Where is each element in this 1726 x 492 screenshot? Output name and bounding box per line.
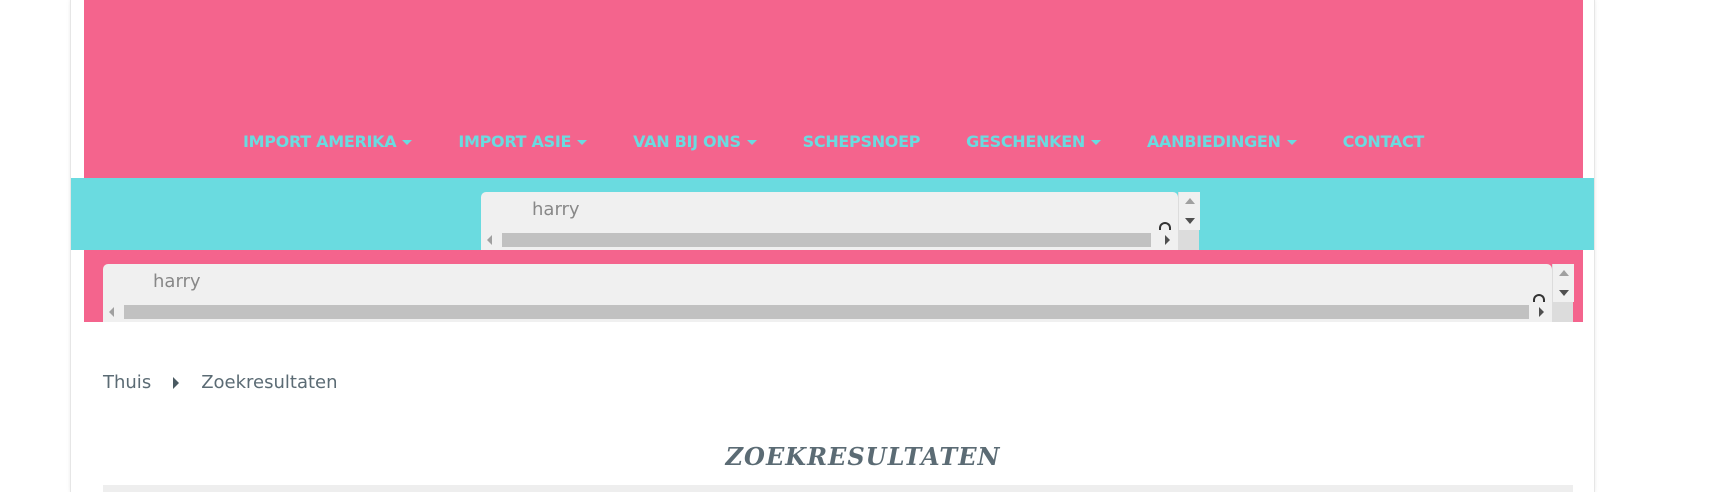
nav-item-import-asie[interactable]: IMPORT ASIE	[458, 131, 588, 151]
mobile-search-band: harry	[84, 250, 1583, 322]
scroll-right-icon[interactable]	[1539, 307, 1544, 317]
search-band: harry	[71, 178, 1594, 250]
caret-down-icon	[1286, 139, 1297, 145]
nav-item-schepsnoep[interactable]: SCHEPSNOEP	[803, 132, 921, 151]
search-input-value: harry	[532, 199, 580, 220]
scroll-down-icon[interactable]	[1185, 218, 1195, 224]
scrollbar-corner	[1552, 302, 1573, 322]
scroll-up-icon[interactable]	[1185, 198, 1195, 204]
scrollbar-corner	[1178, 230, 1199, 250]
breadcrumb-current: Zoekresultaten	[201, 372, 338, 393]
nav-item-contact[interactable]: CONTACT	[1342, 131, 1425, 151]
search-input-value: harry	[153, 271, 201, 292]
caret-down-icon	[746, 139, 757, 145]
search-input-area[interactable]: harry	[481, 192, 1178, 234]
scroll-up-icon[interactable]	[1559, 270, 1569, 276]
scrollbar-thumb[interactable]	[502, 233, 1151, 247]
caret-right-icon	[173, 376, 180, 389]
nav-item-label: GESCHENKEN	[966, 131, 1085, 151]
scroll-down-icon[interactable]	[1559, 290, 1569, 296]
search-textarea-desktop[interactable]: harry	[481, 192, 1200, 250]
search-textarea-mobile[interactable]: harry	[103, 264, 1574, 322]
caret-down-icon	[1090, 139, 1101, 145]
nav-item-label: IMPORT ASIE	[458, 131, 572, 151]
breadcrumb: Thuis Zoekresultaten	[103, 372, 338, 393]
horizontal-scrollbar[interactable]	[103, 302, 1552, 322]
search-input-area[interactable]: harry	[103, 264, 1552, 306]
nav-item-van-bij-ons[interactable]: VAN BIJ ONS	[633, 132, 757, 151]
scroll-right-icon[interactable]	[1165, 235, 1170, 245]
nav-item-label: CONTACT	[1342, 131, 1425, 151]
scrollbar-thumb[interactable]	[124, 305, 1529, 319]
scroll-left-icon[interactable]	[109, 307, 114, 317]
horizontal-scrollbar[interactable]	[481, 230, 1178, 250]
nav-item-geschenken[interactable]: GESCHENKEN	[966, 132, 1101, 151]
site-header: IMPORT AMERIKA IMPORT ASIE VAN BIJ ONS S…	[84, 0, 1583, 178]
main-navigation: IMPORT AMERIKA IMPORT ASIE VAN BIJ ONS S…	[84, 126, 1583, 156]
nav-item-label: VAN BIJ ONS	[633, 131, 741, 151]
vertical-scrollbar[interactable]	[1178, 192, 1200, 230]
scroll-left-icon[interactable]	[487, 235, 492, 245]
results-header-bar	[103, 485, 1573, 492]
nav-item-label: SCHEPSNOEP	[802, 131, 921, 151]
page-title: ZOEKRESULTATEN	[725, 442, 1001, 471]
caret-down-icon	[577, 139, 588, 145]
caret-down-icon	[402, 139, 413, 145]
vertical-scrollbar[interactable]	[1552, 264, 1574, 302]
breadcrumb-home-link[interactable]: Thuis	[103, 372, 151, 393]
nav-item-aanbiedingen[interactable]: AANBIEDINGEN	[1147, 132, 1297, 151]
nav-item-label: AANBIEDINGEN	[1146, 131, 1281, 151]
nav-item-label: IMPORT AMERIKA	[242, 131, 397, 151]
nav-item-import-amerika[interactable]: IMPORT AMERIKA	[242, 131, 413, 151]
